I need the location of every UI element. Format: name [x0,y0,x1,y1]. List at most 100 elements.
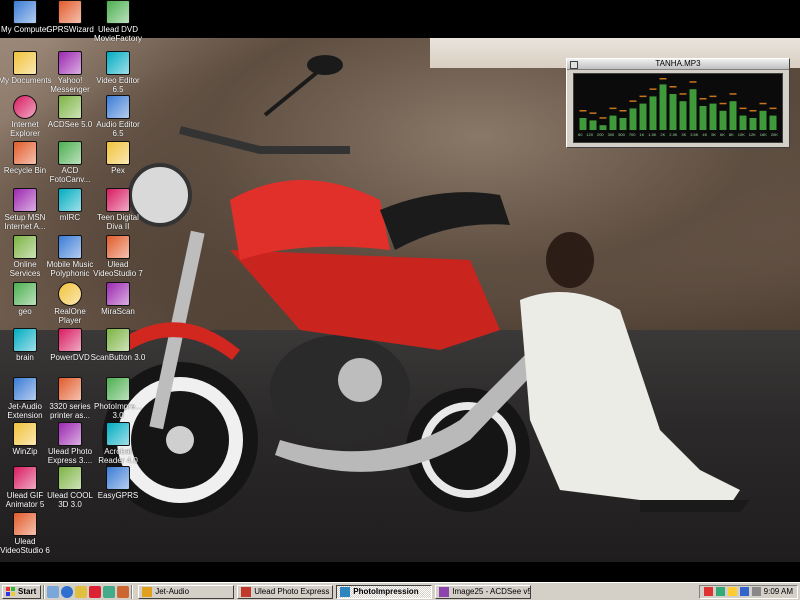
mobile-music-icon [58,235,82,259]
task-button-label: Jet-Audio [155,587,190,596]
yahoo-messenger-icon[interactable] [89,585,102,598]
audio-editor-icon [106,95,130,119]
desktop-icon-label: WinZip [12,447,38,456]
desktop-icon-easygprs[interactable]: EasyGPRS [90,466,146,500]
my-documents-icon [13,51,37,75]
task-button-label: Ulead Photo Express -... [254,587,334,596]
acdsee-icon[interactable] [117,585,130,598]
taskbar-separator [43,584,46,599]
windows-logo-icon [6,587,16,596]
desktop-icon-mirascan[interactable]: MiraScan [90,282,146,316]
equalizer-peak [759,102,767,105]
gprs-wizard-icon [58,0,82,24]
task-buttons: Jet-Audio Ulead Photo Express -... PhotoIm… [135,584,532,599]
taskbar-separator [131,584,134,599]
desktop-icon-acrobat-reader-4-0[interactable]: Acrobat Reader 4.0 [90,422,146,465]
close-icon[interactable] [570,61,578,69]
gif-animator-icon [13,466,37,490]
desktop-icon-label: ScanButton 3.0 [90,353,146,362]
equalizer-bar [769,115,777,130]
equalizer-bar [759,110,767,130]
desktop-icon-scanbutton-3-0[interactable]: ScanButton 3.0 [90,328,146,362]
equalizer-bar [719,110,727,130]
videostudio-icon [13,512,37,536]
desktop-icon-label: MiraScan [101,307,135,316]
equalizer-band-label: 3K [681,132,687,137]
desktop-icon-label: Acrobat Reader 4.0 [98,447,138,465]
jetaudio-icon [13,377,37,401]
equalizer-band-label: 1K [639,132,645,137]
player-title[interactable]: TANHA.MP3 [567,59,789,70]
video-editor-icon [106,51,130,75]
task-button-label: PhotoImpression [353,587,419,596]
task-button-photoimpression[interactable]: PhotoImpression [336,584,433,599]
equalizer-bar [619,118,627,130]
equalizer-band-label: 12K [748,132,756,137]
task-button-jet-audio[interactable]: Jet-Audio [138,584,235,599]
desktop-icon-label: PhotoImpre... 3.0 [93,402,143,420]
folder-icon [13,235,37,259]
desktop-icon-label: Audio Editor 6.5 [96,120,140,138]
taskbar: Start Jet-Audio Ulead Photo Express -... P… [0,582,800,600]
desktop-icon-ulead-videostudio-7[interactable]: Ulead VideoStudio 7 [90,235,146,278]
tanha-mp3-player[interactable]: TANHA.MP3 60 120 200 300 500 700 1K 1.5K 2K 2.5K 3… [566,58,790,148]
equalizer-peak [599,117,607,119]
desktop-icon-label: GPRSWizard [46,25,94,34]
fotocanvas-icon [58,141,82,165]
equalizer-band-label: 300 [607,132,615,137]
start-button[interactable]: Start [2,584,42,599]
equalizer-bar [589,120,597,130]
equalizer-peak [649,88,657,90]
msn-icon [13,188,37,212]
show-desktop-icon[interactable] [47,585,60,598]
mirc-icon [58,188,82,212]
equalizer-bar [739,115,747,130]
desktop-icon-label: Video Editor 6.5 [96,76,140,94]
equalizer-band-label: 4K [702,132,708,137]
task-app-icon [142,586,153,597]
desktop-icon-ulead-videostudio-6[interactable]: Ulead VideoStudio 6 [0,512,53,555]
equalizer-bar [689,89,697,130]
equalizer-peak [679,93,687,95]
shortcut-icon [13,328,37,352]
hp-printer-icon [58,377,82,401]
tray-app-icon[interactable] [703,587,713,596]
equalizer-bar [599,125,607,130]
internet-explorer-icon[interactable] [61,585,74,598]
desktop-icon-label: brain [16,353,34,362]
outlook-express-icon[interactable] [75,585,88,598]
desktop-icon-label: ACDSee 5.0 [47,120,93,129]
clock[interactable]: 9:09 AM [764,587,793,596]
tray-speaker-icon[interactable] [727,587,737,596]
desktop-icon-ulead-dvd-moviefactory[interactable]: Ulead DVD MovieFactory [90,0,146,43]
task-button-image25-acdsee-v5-0[interactable]: Image25 - ACDSee v5.0 [435,584,532,599]
my-computer-icon [13,0,37,24]
equalizer-band-label: 2K [660,132,666,137]
desktop-icon-audio-editor-6-5[interactable]: Audio Editor 6.5 [90,95,146,138]
equalizer-band-label: 8K [728,132,734,137]
equalizer-bar [649,96,657,130]
equalizer-band-label: 1.5K [648,132,657,137]
equalizer-bar [639,103,647,130]
media-player-icon[interactable] [103,585,116,598]
desktop-icon-label: PowerDVD [50,353,90,362]
equalizer-peak [709,95,717,98]
equalizer-band-label: 6K [720,132,725,137]
equalizer-bar [679,101,687,130]
equalizer-peak [769,107,777,110]
tray-scanner-icon[interactable] [751,587,761,596]
desktop-icon-teen-digital-diva-ii[interactable]: Teen Digital Diva II [90,188,146,231]
equalizer-band-label: 3.5K [690,132,699,137]
tray-display-icon[interactable] [739,587,749,596]
equalizer-peak [589,112,597,114]
tray-network-icon[interactable] [715,587,725,596]
equalizer-bar [749,118,757,130]
desktop-icon-label: Ulead VideoStudio 7 [93,260,143,278]
scanbutton-icon [106,328,130,352]
task-button-ulead-photo-express[interactable]: Ulead Photo Express -... [237,584,334,599]
desktop-icon-pex[interactable]: Pex [90,141,146,175]
shortcut-icon [13,282,37,306]
desktop-icon-label: EasyGPRS [97,491,139,500]
desktop-icon-video-editor-6-5[interactable]: Video Editor 6.5 [90,51,146,94]
desktop-icon-photoimpre-3-0[interactable]: PhotoImpre... 3.0 [90,377,146,420]
